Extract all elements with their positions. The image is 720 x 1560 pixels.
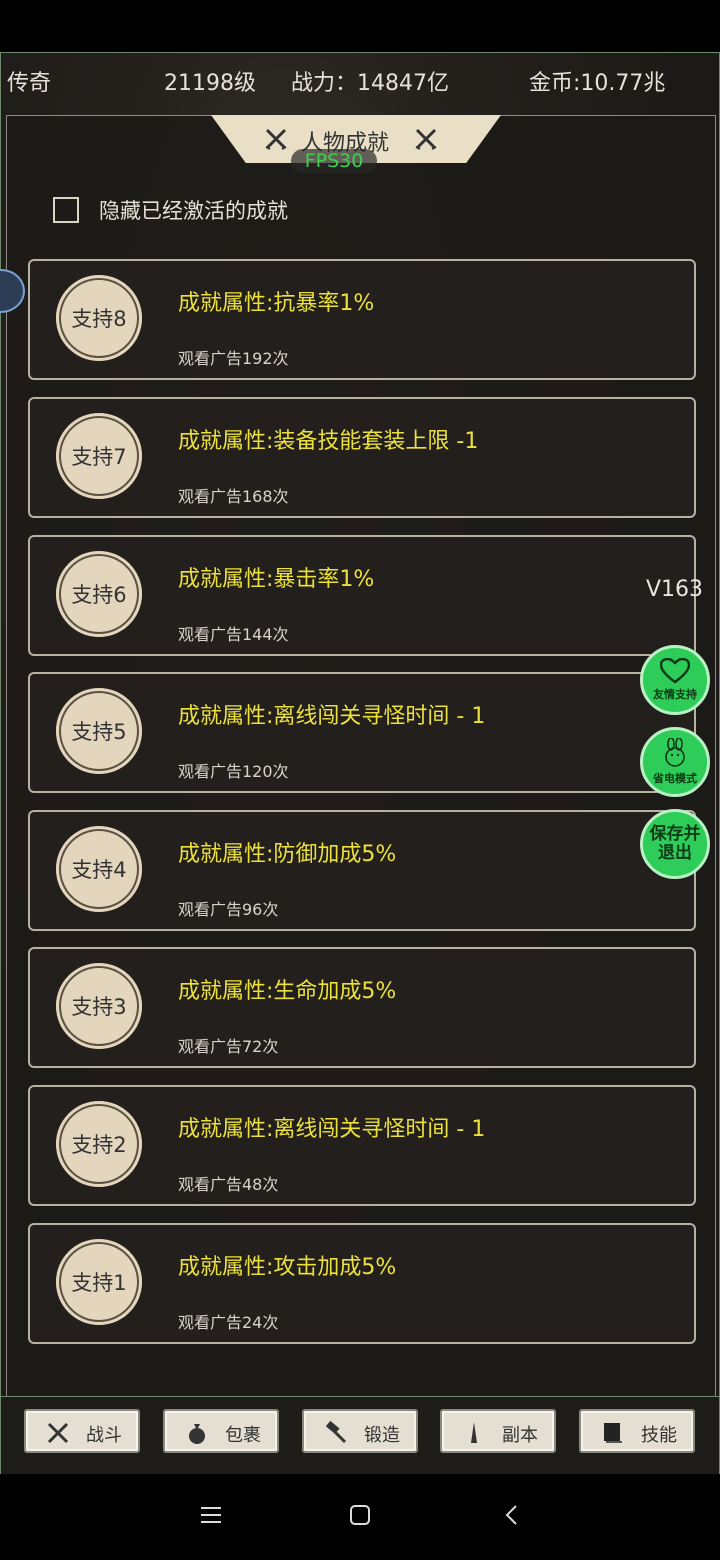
support-badge[interactable]: 支持2 — [56, 1101, 142, 1187]
gold-amount: 金币:10.77兆 — [529, 71, 666, 96]
nav-dungeon-label: 副本 — [502, 1425, 538, 1446]
support-badge[interactable]: 支持6 — [56, 551, 142, 637]
save-exit-label-line1: 保存并 — [649, 824, 701, 844]
achievement-card: 支持7 成就属性:装备技能套装上限 -1 观看广告168次 — [28, 397, 696, 518]
player-header: 传奇 21198级 战力：14847亿 金币:10.77兆 — [1, 53, 719, 109]
achievement-title: 成就属性:装备技能套装上限 -1 — [178, 429, 479, 454]
system-nav-bar — [0, 1474, 720, 1560]
power-save-label: 省电模式 — [653, 772, 697, 785]
achievement-requirement: 观看广告72次 — [178, 1037, 279, 1056]
achievement-requirement: 观看广告48次 — [178, 1175, 279, 1194]
hide-activated-checkbox[interactable] — [53, 197, 79, 223]
book-icon — [604, 1423, 622, 1443]
achievement-title: 成就属性:抗暴率1% — [178, 291, 375, 316]
achievement-requirement: 观看广告192次 — [178, 349, 289, 368]
crossed-swords-icon — [265, 128, 287, 150]
nav-bag-label: 包裹 — [225, 1425, 261, 1446]
hammer-icon — [325, 1421, 347, 1444]
achievement-card: 支持5 成就属性:离线闯关寻怪时间 - 1 观看广告120次 — [28, 672, 696, 793]
achievement-requirement: 观看广告96次 — [178, 900, 279, 919]
achievement-title: 成就属性:离线闯关寻怪时间 - 1 — [178, 1117, 486, 1142]
achievement-title: 成就属性:攻击加成5% — [178, 1255, 397, 1280]
hide-activated-label: 隐藏已经激活的成就 — [99, 199, 288, 223]
nav-forge-button[interactable]: 锻造 — [302, 1409, 418, 1453]
achievement-requirement: 观看广告120次 — [178, 762, 289, 781]
achievement-card: 支持6 成就属性:暴击率1% 观看广告144次 — [28, 535, 696, 656]
player-name: 传奇 — [7, 71, 52, 96]
achievement-card: 支持4 成就属性:防御加成5% 观看广告96次 — [28, 810, 696, 931]
tower-icon — [471, 1422, 477, 1443]
heart-icon — [660, 658, 690, 684]
support-badge[interactable]: 支持7 — [56, 413, 142, 499]
nav-dungeon-button[interactable]: 副本 — [440, 1409, 556, 1453]
game-frame: 传奇 21198级 战力：14847亿 金币:10.77兆 人物成就 FPS30… — [0, 52, 720, 1474]
nav-battle-label: 战斗 — [86, 1425, 122, 1446]
achievement-card: 支持1 成就属性:攻击加成5% 观看广告24次 — [28, 1223, 696, 1344]
bottom-nav: 战斗 包裹 锻造 副本 技能 — [1, 1396, 719, 1474]
home-icon[interactable] — [349, 1504, 371, 1526]
achievement-requirement: 观看广告24次 — [178, 1313, 279, 1332]
nav-battle-button[interactable]: 战斗 — [24, 1409, 140, 1453]
rabbit-icon — [665, 738, 685, 767]
combat-power: 战力：14847亿 — [291, 71, 449, 96]
save-exit-button[interactable]: 保存并 退出 — [640, 809, 710, 879]
achievement-title: 成就属性:暴击率1% — [178, 567, 375, 592]
menu-icon[interactable] — [200, 1504, 222, 1526]
crossed-swords-icon — [415, 128, 437, 150]
achievement-card: 支持3 成就属性:生命加成5% 观看广告72次 — [28, 947, 696, 1068]
support-badge[interactable]: 支持3 — [56, 963, 142, 1049]
nav-bag-button[interactable]: 包裹 — [163, 1409, 279, 1453]
back-icon[interactable] — [502, 1504, 524, 1526]
achievement-requirement: 观看广告168次 — [178, 487, 289, 506]
player-level: 21198级 — [164, 71, 256, 96]
version-label: V163 — [646, 577, 704, 602]
support-badge[interactable]: 支持8 — [56, 275, 142, 361]
fps-counter: FPS30 — [291, 149, 377, 173]
friend-support-label: 友情支持 — [653, 688, 697, 701]
friend-support-button[interactable]: 友情支持 — [640, 645, 710, 715]
nav-skill-label: 技能 — [641, 1425, 677, 1446]
status-bar — [0, 0, 720, 52]
support-badge[interactable]: 支持5 — [56, 688, 142, 774]
achievement-title: 成就属性:生命加成5% — [178, 979, 397, 1004]
achievement-requirement: 观看广告144次 — [178, 625, 289, 644]
nav-forge-label: 锻造 — [364, 1425, 400, 1446]
support-badge[interactable]: 支持4 — [56, 826, 142, 912]
nav-skill-button[interactable]: 技能 — [579, 1409, 695, 1453]
money-bag-icon — [189, 1424, 205, 1444]
achievement-title: 成就属性:离线闯关寻怪时间 - 1 — [178, 704, 486, 729]
save-exit-label-line2: 退出 — [658, 843, 692, 863]
achievement-card: 支持8 成就属性:抗暴率1% 观看广告192次 — [28, 259, 696, 380]
achievement-title: 成就属性:防御加成5% — [178, 842, 397, 867]
power-save-button[interactable]: 省电模式 — [640, 727, 710, 797]
support-badge[interactable]: 支持1 — [56, 1239, 142, 1325]
crossed-swords-icon — [47, 1422, 69, 1444]
achievement-card: 支持2 成就属性:离线闯关寻怪时间 - 1 观看广告48次 — [28, 1085, 696, 1206]
